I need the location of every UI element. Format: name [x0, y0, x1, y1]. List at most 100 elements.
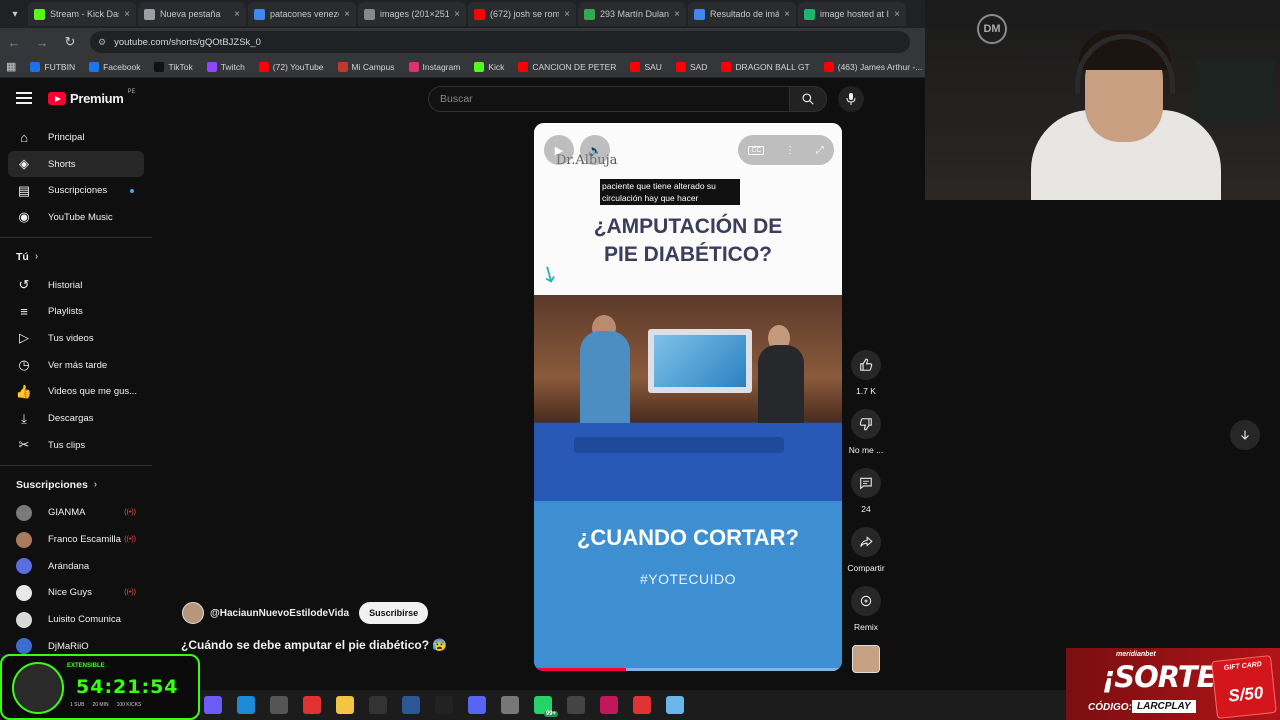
bookmark[interactable]: SAU	[630, 61, 662, 72]
notepad-icon[interactable]	[666, 696, 684, 714]
capcut-icon[interactable]	[435, 696, 453, 714]
channel-thumbnail[interactable]	[852, 645, 880, 673]
dislike-button[interactable]	[851, 409, 881, 439]
folder-icon[interactable]	[336, 696, 354, 714]
subscription-item[interactable]: Franco Escamilla ((•))	[8, 526, 144, 553]
bookmark[interactable]: Instagram	[408, 61, 460, 72]
bookmark[interactable]: SAD	[675, 61, 707, 72]
browser-tab[interactable]: image hosted at I ×	[798, 2, 906, 26]
subscriptions-section-heading[interactable]: Suscripciones ›	[0, 470, 152, 500]
like-action[interactable]: 1.7 K	[846, 350, 886, 396]
discord-icon[interactable]	[468, 696, 486, 714]
subscription-item[interactable]: Arándana	[8, 553, 144, 580]
you-heading-label: Tú	[16, 250, 29, 263]
close-tab-icon[interactable]: ×	[894, 9, 900, 20]
sidebar-item[interactable]: ▤ Suscripciones	[8, 177, 144, 204]
gift-card-amount: S/50	[1227, 683, 1265, 706]
you-section-heading[interactable]: Tú ›	[0, 242, 152, 272]
fullscreen-icon[interactable]: ⤢	[816, 145, 824, 156]
subscription-item[interactable]: Nice Guys ((•))	[8, 580, 144, 607]
tab-search-icon[interactable]: ▾	[4, 3, 26, 25]
subscribe-button[interactable]: Suscribirse	[359, 602, 429, 624]
teams-icon[interactable]	[270, 696, 288, 714]
more-options-icon[interactable]: ⋮	[785, 145, 795, 156]
search-input[interactable]: Buscar	[428, 86, 790, 112]
short-video-player[interactable]: Dr.Albuja paciente que tiene alterado su…	[534, 123, 842, 671]
sidebar-item[interactable]: ⤓ Descargas	[8, 405, 144, 432]
captions-button[interactable]: CC	[748, 145, 765, 155]
bookmark[interactable]: Twitch	[206, 61, 245, 72]
bookmark[interactable]: CANCION DE PETER	[518, 61, 616, 72]
dislike-action[interactable]: No me ...	[846, 409, 886, 455]
chrome-icon[interactable]	[369, 696, 387, 714]
close-tab-icon[interactable]: ×	[784, 9, 790, 20]
sidebar-item[interactable]: 👍 Videos que me gus...	[8, 379, 144, 406]
close-tab-icon[interactable]: ×	[674, 9, 680, 20]
obs-icon[interactable]	[600, 696, 618, 714]
subscription-item[interactable]: Luisito Comunica	[8, 606, 144, 633]
sidebar-item[interactable]: ◈ Shorts	[8, 150, 144, 178]
share-action[interactable]: Compartir	[846, 527, 886, 573]
comments-button[interactable]	[851, 468, 881, 498]
bookmark[interactable]: FUTBIN	[30, 61, 75, 72]
close-tab-icon[interactable]: ×	[344, 9, 350, 20]
browser-tab[interactable]: patacones venezo ×	[248, 2, 356, 26]
forward-icon[interactable]: →	[34, 35, 50, 50]
subscription-item[interactable]: GIANMA ((•))	[8, 500, 144, 527]
site-info-icon[interactable]: ⚙	[98, 37, 106, 48]
app-red-icon[interactable]	[303, 696, 321, 714]
sidebar-item[interactable]: ◷ Ver más tarde	[8, 352, 144, 379]
video-progress-bar[interactable]	[534, 668, 842, 671]
remix-button[interactable]	[851, 586, 881, 616]
channel-avatar[interactable]	[182, 602, 204, 624]
address-bar[interactable]: ⚙ youtube.com/shorts/gQOtBJZSk_0	[90, 31, 910, 53]
bookmark[interactable]: Facebook	[89, 61, 140, 72]
browser-tab[interactable]: Resultado de imá ×	[688, 2, 796, 26]
like-button[interactable]	[851, 350, 881, 380]
bookmark[interactable]: (72) YouTube	[258, 61, 324, 72]
sidebar-item[interactable]: ✂ Tus clips	[8, 432, 144, 459]
bookmark[interactable]: (463) James Arthur -...	[823, 61, 922, 72]
browser-tab[interactable]: (672) josh se rom ×	[468, 2, 576, 26]
whatsapp-icon[interactable]: 99+	[534, 696, 558, 717]
voice-search-button[interactable]	[838, 86, 864, 112]
back-icon[interactable]: ←	[6, 35, 22, 50]
sidebar-item[interactable]: ◉ YouTube Music	[8, 204, 144, 231]
sidebar-item[interactable]: ⌂ Principal	[8, 124, 144, 151]
browser-tab[interactable]: Stream - Kick Das ×	[28, 2, 136, 26]
sidebar-item[interactable]: ≡ Playlists	[8, 298, 144, 325]
youtube-logo-icon	[48, 92, 66, 105]
close-tab-icon[interactable]: ×	[234, 9, 240, 20]
channel-name[interactable]: @HaciaunNuevoEstilodeVida	[210, 608, 349, 619]
copilot-icon[interactable]	[204, 696, 222, 714]
word-icon[interactable]	[402, 696, 420, 714]
volume-button[interactable]: 🔊	[580, 135, 610, 165]
search-button[interactable]	[789, 86, 827, 112]
menu-icon[interactable]	[16, 92, 32, 104]
app-red2-icon[interactable]	[633, 696, 651, 714]
browser-tab[interactable]: 293 Martín Dulan ×	[578, 2, 686, 26]
short-title[interactable]: ¿Cuándo se debe amputar el pie diabético…	[181, 638, 447, 652]
remix-action[interactable]: Remix	[846, 586, 886, 632]
edge-icon[interactable]	[237, 696, 255, 714]
sidebar-item[interactable]: ↺ Historial	[8, 272, 144, 299]
close-tab-icon[interactable]: ×	[454, 9, 460, 20]
calculator-icon[interactable]	[567, 696, 585, 714]
apps-icon[interactable]: ▦	[6, 60, 16, 73]
browser-tab[interactable]: images (201×251) ×	[358, 2, 466, 26]
share-button[interactable]	[851, 527, 881, 557]
comments-action[interactable]: 24	[846, 468, 886, 514]
bookmark[interactable]: Kick	[474, 61, 504, 72]
bookmark[interactable]: DRAGON BALL GT	[721, 61, 810, 72]
reload-icon[interactable]: ↻	[62, 34, 78, 50]
sidebar-item[interactable]: ▷ Tus videos	[8, 325, 144, 352]
browser-tab[interactable]: Nueva pestaña ×	[138, 2, 246, 26]
bookmark[interactable]: Mi Campus	[337, 61, 395, 72]
close-tab-icon[interactable]: ×	[124, 9, 130, 20]
play-button[interactable]: ▶	[544, 135, 574, 165]
app-icon[interactable]	[501, 696, 519, 714]
next-short-button[interactable]	[1230, 420, 1260, 450]
bookmark[interactable]: TikTok	[154, 61, 193, 72]
youtube-logo[interactable]: Premium PE	[48, 89, 136, 106]
close-tab-icon[interactable]: ×	[564, 9, 570, 20]
